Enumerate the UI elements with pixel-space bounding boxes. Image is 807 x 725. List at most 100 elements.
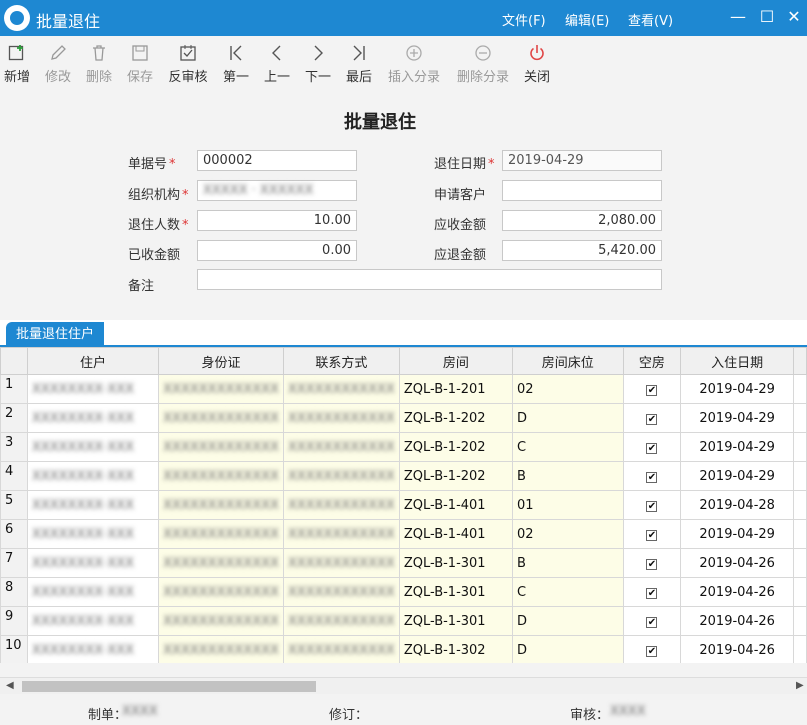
col-header-contact[interactable]: 联系方式 [282,347,400,375]
cell-room[interactable]: ZQL-B-1-301 [398,577,513,607]
cell-vacant[interactable]: ✔ [622,577,682,607]
vacant-checkbox[interactable]: ✔ [646,616,658,628]
cell-checkin-date[interactable]: 2019-04-26 [680,577,795,607]
cell-vacant[interactable]: ✔ [622,519,682,549]
cell-checkin-date[interactable]: 2019-04-29 [680,519,795,549]
cell-id-card[interactable]: XXXXXXXXXXXXX [158,635,284,663]
cell-resident[interactable]: XXXXXXXX·XXX [26,577,160,607]
cell-checkin-date[interactable]: 2019-04-26 [680,635,795,663]
vacant-checkbox[interactable]: ✔ [646,384,658,396]
cell-contact[interactable]: XXXXXXXXXXXX [282,403,400,433]
count-field[interactable]: 10.00 [197,210,357,231]
cell-resident[interactable]: XXXXXXXX·XXX [26,519,160,549]
cell-room[interactable]: ZQL-B-1-202 [398,403,513,433]
cell-resident[interactable]: XXXXXXXX·XXX [26,490,160,520]
vacant-checkbox[interactable]: ✔ [646,413,658,425]
cell-room[interactable]: ZQL-B-1-401 [398,490,513,520]
checkout-date-field[interactable]: 2019-04-29 [502,150,662,171]
cell-contact[interactable]: XXXXXXXXXXXX [282,374,400,404]
vacant-checkbox[interactable]: ✔ [646,500,658,512]
cell-resident[interactable]: XXXXXXXX·XXX [26,461,160,491]
table-row[interactable]: 4 XXXXXXXX·XXX XXXXXXXXXXXXX XXXXXXXXXXXX ZQ… [0,461,807,491]
col-header-checkin-date[interactable]: 入住日期 [680,347,795,375]
cell-bed[interactable]: B [511,461,624,491]
org-field[interactable]: XXXXX · XXXXXX [197,180,357,201]
received-field[interactable]: 0.00 [197,240,357,261]
cell-bed[interactable]: D [511,635,624,663]
vacant-checkbox[interactable]: ✔ [646,529,658,541]
cell-contact[interactable]: XXXXXXXXXXXX [282,548,400,578]
cell-id-card[interactable]: XXXXXXXXXXXXX [158,374,284,404]
cell-resident[interactable]: XXXXXXXX·XXX [26,548,160,578]
table-row[interactable]: 1 XXXXXXXX·XXX XXXXXXXXXXXXX XXXXXXXXXXXX ZQ… [0,374,807,404]
cell-id-card[interactable]: XXXXXXXXXXXXX [158,577,284,607]
cell-resident[interactable]: XXXXXXXX·XXX [26,635,160,663]
cell-id-card[interactable]: XXXXXXXXXXXXX [158,461,284,491]
doc-no-field[interactable]: 000002 [197,150,357,171]
cell-resident[interactable]: XXXXXXXX·XXX [26,403,160,433]
customer-field[interactable] [502,180,662,201]
insert-row-button[interactable]: 插入分录 [387,44,441,85]
cell-checkin-date[interactable]: 2019-04-26 [680,548,795,578]
cell-contact[interactable]: XXXXXXXXXXXX [282,519,400,549]
cell-bed[interactable]: 01 [511,490,624,520]
cell-vacant[interactable]: ✔ [622,432,682,462]
prev-button[interactable]: 上一 [264,44,290,85]
cell-checkin-date[interactable]: 2019-04-29 [680,374,795,404]
close-window-button[interactable]: ✕ [784,6,804,28]
cell-vacant[interactable]: ✔ [622,635,682,663]
cell-vacant[interactable]: ✔ [622,403,682,433]
vacant-checkbox[interactable]: ✔ [646,442,658,454]
col-header-vacant[interactable]: 空房 [622,347,682,375]
close-button[interactable]: 关闭 [524,44,550,85]
col-header-bed[interactable]: 房间床位 [511,347,624,375]
cell-bed[interactable]: B [511,548,624,578]
unapprove-button[interactable]: 反审核 [168,44,208,85]
col-header-resident[interactable]: 住户 [26,347,160,375]
cell-vacant[interactable]: ✔ [622,461,682,491]
cell-resident[interactable]: XXXXXXXX·XXX [26,432,160,462]
cell-contact[interactable]: XXXXXXXXXXXX [282,490,400,520]
cell-room[interactable]: ZQL-B-1-401 [398,519,513,549]
scroll-right-icon[interactable]: ▶ [796,680,804,691]
cell-vacant[interactable]: ✔ [622,548,682,578]
cell-checkin-date[interactable]: 2019-04-29 [680,432,795,462]
maximize-button[interactable]: ☐ [757,6,777,28]
vacant-checkbox[interactable]: ✔ [646,558,658,570]
cell-resident[interactable]: XXXXXXXX·XXX [26,606,160,636]
cell-room[interactable]: ZQL-B-1-201 [398,374,513,404]
table-row[interactable]: 8 XXXXXXXX·XXX XXXXXXXXXXXXX XXXXXXXXXXXX ZQ… [0,577,807,607]
cell-contact[interactable]: XXXXXXXXXXXX [282,635,400,663]
first-button[interactable]: 第一 [223,44,249,85]
table-row[interactable]: 9 XXXXXXXX·XXX XXXXXXXXXXXXX XXXXXXXXXXXX ZQ… [0,606,807,636]
scroll-thumb[interactable] [22,681,316,692]
cell-checkin-date[interactable]: 2019-04-29 [680,461,795,491]
cell-vacant[interactable]: ✔ [622,490,682,520]
vacant-checkbox[interactable]: ✔ [646,645,658,657]
receivable-field[interactable]: 2,080.00 [502,210,662,231]
cell-id-card[interactable]: XXXXXXXXXXXXX [158,432,284,462]
horizontal-scrollbar[interactable]: ◀ ▶ [0,677,807,694]
cell-resident[interactable]: XXXXXXXX·XXX [26,374,160,404]
cell-contact[interactable]: XXXXXXXXXXXX [282,606,400,636]
cell-room[interactable]: ZQL-B-1-301 [398,548,513,578]
add-button[interactable]: 新增 [4,44,30,85]
cell-bed[interactable]: 02 [511,374,624,404]
cell-bed[interactable]: C [511,577,624,607]
cell-bed[interactable]: 02 [511,519,624,549]
menu-view[interactable]: 查看(V) [628,10,673,29]
vacant-checkbox[interactable]: ✔ [646,471,658,483]
col-header-id-card[interactable]: 身份证 [158,347,284,375]
cell-vacant[interactable]: ✔ [622,374,682,404]
cell-id-card[interactable]: XXXXXXXXXXXXX [158,606,284,636]
menu-file[interactable]: 文件(F) [502,10,546,29]
delete-button[interactable]: 删除 [86,44,112,85]
table-row[interactable]: 3 XXXXXXXX·XXX XXXXXXXXXXXXX XXXXXXXXXXXX ZQ… [0,432,807,462]
col-header-room[interactable]: 房间 [398,347,513,375]
cell-room[interactable]: ZQL-B-1-202 [398,461,513,491]
cell-room[interactable]: ZQL-B-1-302 [398,635,513,663]
table-row[interactable]: 10 XXXXXXXX·XXX XXXXXXXXXXXXX XXXXXXXXXXXX Z… [0,635,807,663]
minimize-button[interactable]: — [728,6,748,28]
cell-contact[interactable]: XXXXXXXXXXXX [282,577,400,607]
cell-id-card[interactable]: XXXXXXXXXXXXX [158,490,284,520]
